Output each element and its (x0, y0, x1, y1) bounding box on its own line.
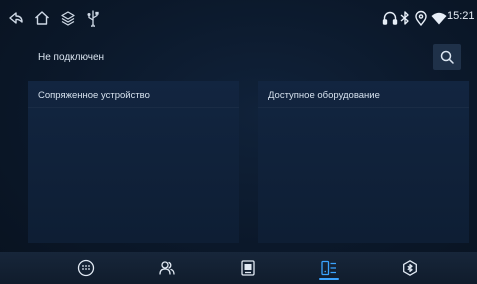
available-devices-title: Доступное оборудование (268, 90, 380, 101)
available-devices-panel: Доступное оборудование (258, 81, 469, 243)
nav-call-log[interactable] (236, 258, 260, 278)
nav-devices[interactable] (317, 258, 341, 280)
divider (28, 107, 239, 108)
active-tab-indicator (319, 278, 339, 280)
nav-dialpad[interactable] (74, 258, 98, 278)
call-log-icon (241, 260, 255, 276)
nav-bluetooth-settings[interactable] (398, 258, 422, 278)
paired-devices-panel: Сопряженное устройство (28, 81, 239, 243)
wifi-icon (430, 9, 448, 27)
layers-icon[interactable] (59, 9, 77, 27)
clock: 15:21 (447, 10, 475, 22)
home-icon[interactable] (33, 9, 51, 27)
divider (258, 107, 469, 108)
bluetooth-settings-icon (403, 260, 417, 276)
nav-contacts[interactable] (155, 258, 179, 278)
devices-icon (321, 260, 336, 276)
search-icon (440, 50, 454, 64)
contacts-icon (159, 261, 175, 275)
bottom-nav (0, 252, 477, 284)
bluetooth-screen: 15:21 Не подключен Сопряженное устройств… (0, 0, 477, 284)
paired-devices-title: Сопряженное устройство (38, 90, 150, 101)
location-icon (412, 9, 430, 27)
search-button[interactable] (433, 44, 461, 70)
dialpad-icon (77, 259, 95, 277)
usb-icon (84, 9, 102, 27)
connection-status: Не подключен (38, 52, 105, 63)
back-icon[interactable] (7, 9, 25, 27)
status-bar: 15:21 (0, 0, 477, 34)
